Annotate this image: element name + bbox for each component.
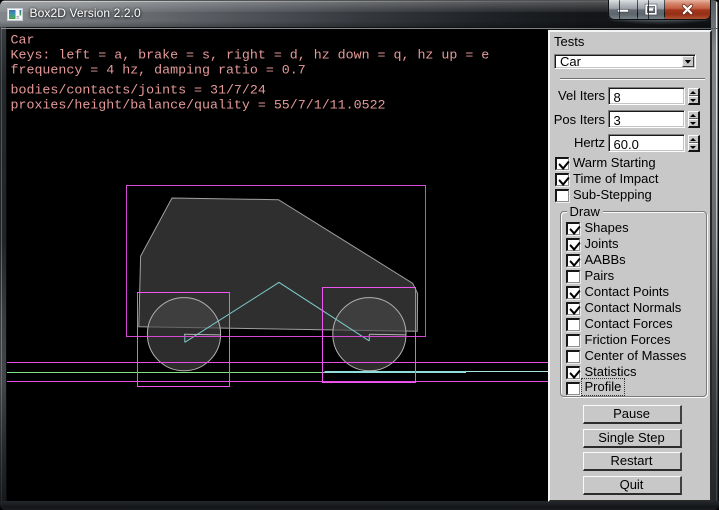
- svg-text:proxies/height/balance/quality: proxies/height/balance/quality = 55/7/1/…: [11, 98, 386, 113]
- svg-text:frequency = 4 hz, damping rati: frequency = 4 hz, damping ratio = 0.7: [11, 63, 306, 78]
- svg-text:Keys: left = a, brake = s, rig: Keys: left = a, brake = s, right = d, hz…: [11, 48, 490, 63]
- svg-text:bodies/contacts/joints = 31/7/: bodies/contacts/joints = 31/7/24: [11, 83, 266, 98]
- svg-text:Car: Car: [11, 33, 35, 48]
